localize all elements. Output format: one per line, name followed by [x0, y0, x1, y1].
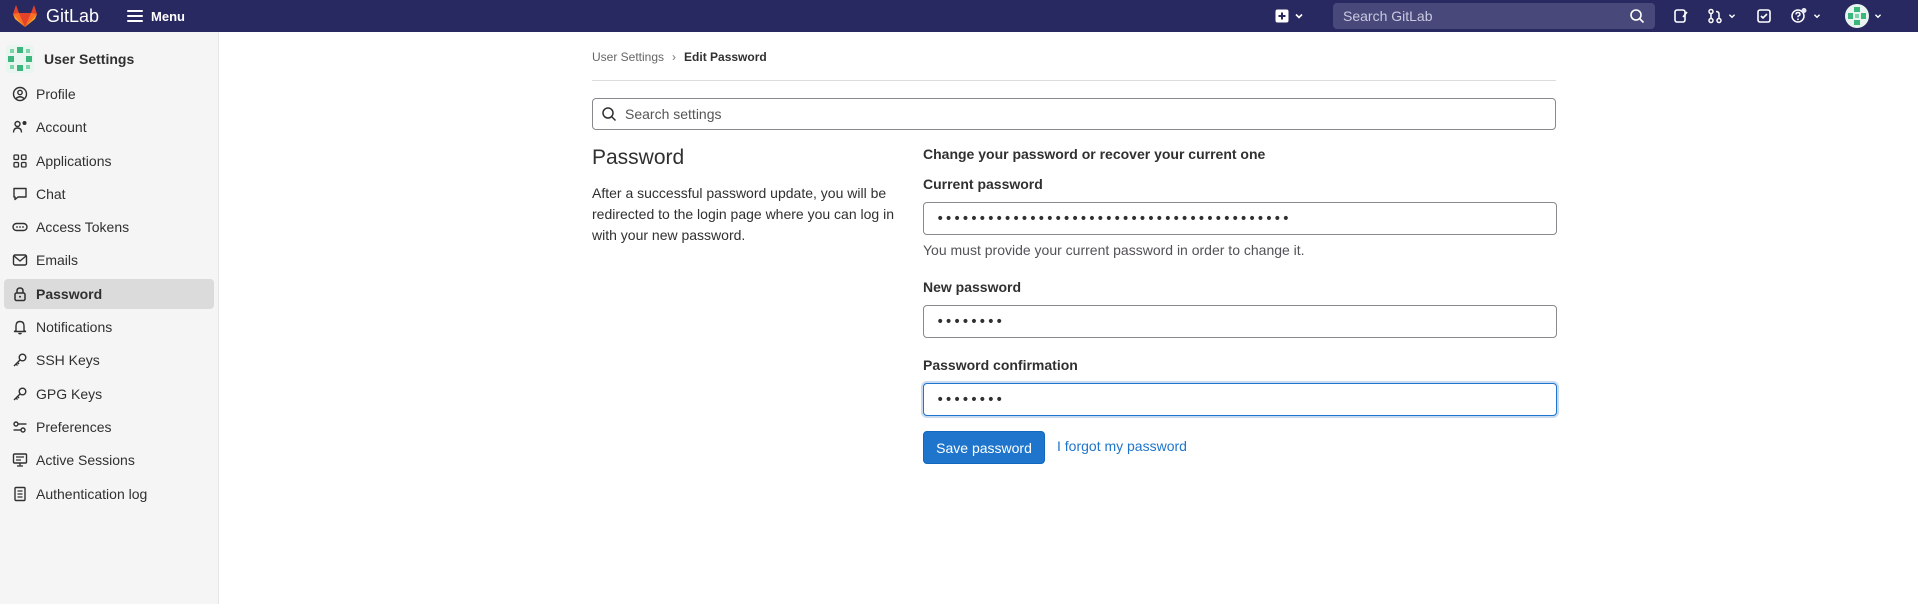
- log-icon: [12, 486, 28, 502]
- chevron-down-icon: [1728, 14, 1736, 19]
- sidebar-item-access-tokens[interactable]: Access Tokens: [4, 212, 214, 242]
- sidebar-item-authentication-log[interactable]: Authentication log: [4, 479, 214, 509]
- sidebar-item-label: Notifications: [36, 319, 113, 336]
- new-password-label: New password: [923, 279, 1022, 295]
- user-menu[interactable]: [1845, 0, 1884, 32]
- sidebar: User Settings Profile Account Applicatio…: [0, 32, 219, 604]
- create-new-button[interactable]: [1275, 9, 1315, 23]
- breadcrumb-user-settings[interactable]: User Settings: [592, 50, 664, 64]
- help-nav[interactable]: [1790, 0, 1823, 32]
- sidebar-item-label: Password: [36, 285, 103, 302]
- key-icon: [12, 386, 28, 402]
- breadcrumb-current: Edit Password: [684, 50, 767, 64]
- help-icon: [1791, 8, 1807, 23]
- hamburger-icon: [127, 10, 144, 22]
- sidebar-item-label: GPG Keys: [36, 385, 103, 402]
- search-icon[interactable]: [1629, 8, 1645, 24]
- sidebar-item-label: Profile: [36, 86, 76, 102]
- todo-check-icon: [1757, 9, 1771, 23]
- settings-search-input[interactable]: [625, 106, 1525, 122]
- current-password-value: ••••••••••••••••••••••••••••••••••••••••…: [936, 210, 1291, 227]
- preferences-icon: [12, 419, 28, 435]
- token-icon: [12, 219, 28, 235]
- password-confirmation-value: ••••••••: [936, 391, 1004, 408]
- header-divider: [592, 80, 1556, 81]
- sidebar-item-label: Chat: [36, 185, 66, 202]
- sidebar-item-label: Emails: [36, 252, 79, 269]
- menu-label: Menu: [151, 8, 185, 24]
- sidebar-title: User Settings: [44, 51, 135, 67]
- avatar: [1845, 4, 1869, 28]
- issues-icon: [1674, 9, 1688, 23]
- sidebar-item-chat[interactable]: Chat: [4, 179, 214, 209]
- sidebar-item-emails[interactable]: Emails: [4, 245, 214, 275]
- plus-square-icon: [1275, 9, 1289, 23]
- sidebar-item-gpg-keys[interactable]: GPG Keys: [4, 379, 214, 409]
- key-icon: [12, 352, 28, 368]
- sidebar-item-profile[interactable]: Profile: [4, 79, 214, 109]
- merge-requests-nav[interactable]: [1707, 0, 1738, 32]
- forgot-password-link[interactable]: I forgot my password: [1057, 438, 1187, 454]
- sidebar-item-preferences[interactable]: Preferences: [4, 412, 214, 442]
- chevron-down-icon: [1813, 14, 1821, 19]
- mail-icon: [12, 252, 28, 268]
- section-title: Password: [592, 146, 685, 169]
- sidebar-item-notifications[interactable]: Notifications: [4, 312, 214, 342]
- sidebar-item-password[interactable]: Password: [4, 278, 214, 309]
- chevron-down-icon: [1295, 13, 1303, 19]
- settings-search: [592, 98, 1556, 130]
- form-heading: Change your password or recover your cur…: [923, 146, 1266, 162]
- merge-request-icon: [1708, 8, 1722, 24]
- sidebar-item-label: SSH Keys: [36, 352, 100, 369]
- menu-button[interactable]: Menu: [127, 0, 185, 32]
- current-password-help: You must provide your current password i…: [923, 242, 1305, 258]
- sidebar-nav-list: Profile Account Applications Chat Access…: [0, 79, 218, 509]
- section-description: After a successful password update, you …: [592, 185, 894, 243]
- issues-nav[interactable]: [1673, 0, 1689, 32]
- brand-name: GitLab: [46, 5, 100, 26]
- sidebar-item-account[interactable]: Account: [4, 112, 214, 142]
- password-confirmation-label: Password confirmation: [923, 357, 1078, 373]
- sidebar-item-active-sessions[interactable]: Active Sessions: [4, 445, 214, 475]
- top-navbar: GitLab Menu: [0, 0, 1918, 32]
- profile-icon: [12, 86, 28, 102]
- new-password-value: ••••••••: [936, 313, 1004, 330]
- sidebar-item-applications[interactable]: Applications: [4, 146, 214, 176]
- new-password-field[interactable]: ••••••••: [923, 305, 1557, 338]
- sidebar-item-label: Authentication log: [36, 485, 148, 502]
- sidebar-item-label: Preferences: [36, 418, 112, 435]
- chat-icon: [12, 186, 28, 202]
- global-search-input[interactable]: [1343, 8, 1603, 24]
- bell-icon: [12, 319, 28, 335]
- sidebar-item-label: Account: [36, 119, 87, 136]
- sidebar-header[interactable]: User Settings: [0, 40, 218, 78]
- monitor-icon: [12, 452, 28, 468]
- account-icon: [12, 119, 28, 135]
- gitlab-logo-icon: [12, 5, 38, 27]
- save-password-button[interactable]: Save password: [923, 431, 1045, 464]
- user-avatar: [6, 45, 34, 73]
- applications-icon: [12, 153, 28, 169]
- search-icon: [602, 107, 617, 122]
- password-confirmation-field[interactable]: ••••••••: [923, 383, 1557, 416]
- global-search: [1333, 3, 1655, 29]
- sidebar-item-label: Applications: [36, 152, 112, 169]
- breadcrumb-separator: ›: [672, 50, 677, 64]
- current-password-label: Current password: [923, 176, 1043, 192]
- brand-home-link[interactable]: GitLab: [0, 0, 99, 32]
- current-password-field[interactable]: ••••••••••••••••••••••••••••••••••••••••…: [923, 202, 1557, 235]
- sidebar-item-label: Access Tokens: [36, 219, 130, 236]
- lock-icon: [12, 286, 28, 302]
- sidebar-item-ssh-keys[interactable]: SSH Keys: [4, 345, 214, 375]
- chevron-down-icon: [1874, 14, 1882, 19]
- sidebar-item-label: Active Sessions: [36, 452, 135, 469]
- breadcrumb: User Settings › Edit Password: [592, 50, 767, 64]
- todos-nav[interactable]: [1756, 0, 1772, 32]
